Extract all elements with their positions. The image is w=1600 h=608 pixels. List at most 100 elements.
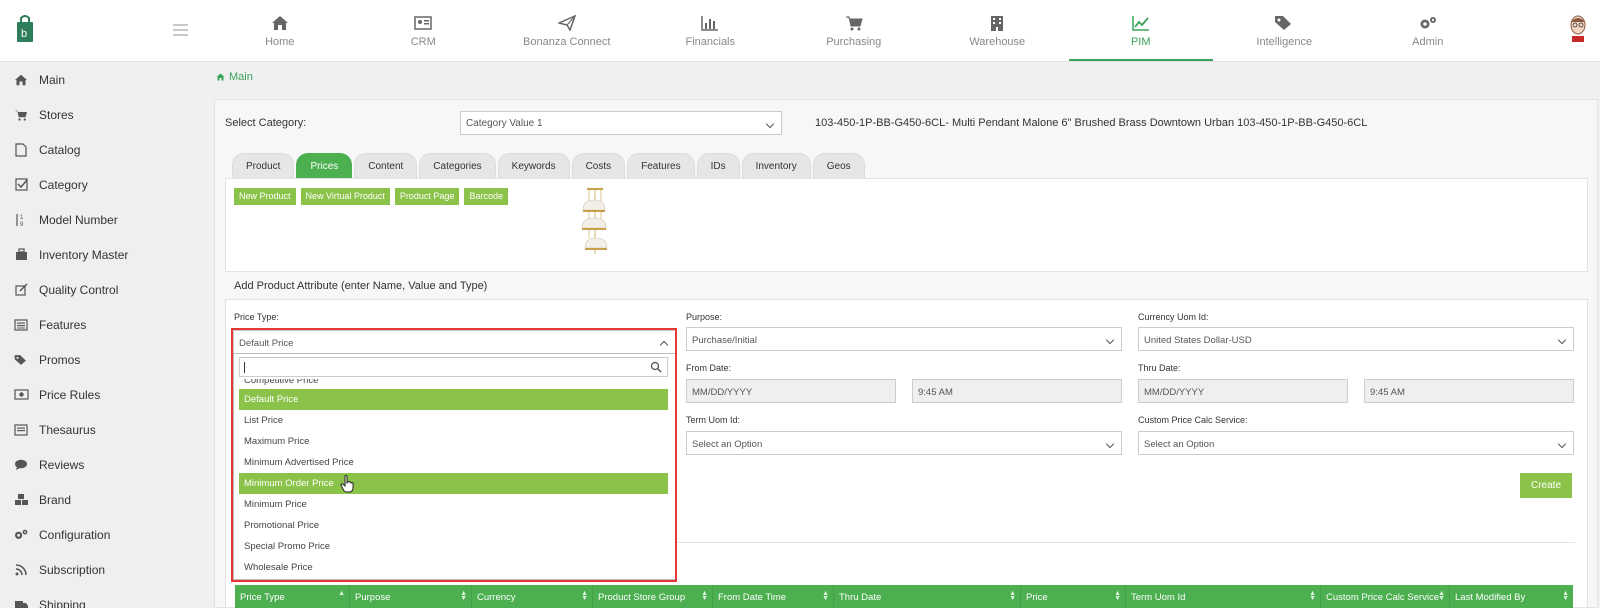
option-minimum-price[interactable]: Minimum Price — [239, 494, 668, 515]
tab-categories[interactable]: Categories — [419, 153, 496, 178]
bonanza-logo-icon[interactable]: b — [14, 14, 38, 44]
calc-service-select[interactable]: Select an Option — [1138, 431, 1574, 455]
new-product-button[interactable]: New Product — [234, 188, 296, 205]
column-header[interactable]: Last Modified By ▲ ▼ — [1450, 585, 1573, 608]
tab-features[interactable]: Features — [627, 153, 695, 178]
term-uom-value: Select an Option — [692, 439, 763, 450]
nav-warehouse[interactable]: Warehouse — [926, 0, 1070, 61]
sidebar-item-brand[interactable]: Brand — [0, 482, 207, 517]
sidebar-item-category[interactable]: Category — [0, 167, 207, 202]
column-header-label: Custom Price Calc Service — [1326, 592, 1439, 603]
sidebar-item-configuration[interactable]: Configuration — [0, 517, 207, 552]
tab-content[interactable]: Content — [354, 153, 418, 178]
barcode-button[interactable]: Barcode — [464, 188, 508, 205]
prices-table-header: Price Type ▲ Purpose ▲ ▼ Currency ▲ ▼ Product… — [235, 585, 1573, 608]
currency-select[interactable]: United States Dollar-USD — [1138, 327, 1574, 351]
home-icon — [216, 73, 225, 81]
option-list-price[interactable]: List Price — [239, 410, 668, 431]
nav-admin[interactable]: Admin — [1356, 0, 1500, 61]
tab-geos[interactable]: Geos — [812, 153, 865, 178]
tab-prices[interactable]: Prices — [296, 153, 353, 178]
tab-costs[interactable]: Costs — [571, 153, 626, 178]
sidebar-item-catalog[interactable]: Catalog — [0, 132, 207, 167]
home-icon — [270, 14, 290, 32]
column-header-label: Price Type — [240, 592, 285, 603]
column-header[interactable]: Product Store Group ▲ ▼ — [593, 585, 713, 608]
truck-icon — [12, 598, 30, 608]
option-competitive-price[interactable]: Competitive Price — [239, 379, 668, 389]
dropdown-search-input[interactable] — [239, 357, 668, 377]
column-header[interactable]: Currency ▲ ▼ — [472, 585, 593, 608]
option-minimum-advertised-price[interactable]: Minimum Advertised Price — [239, 452, 668, 473]
tab-inventory[interactable]: Inventory — [741, 153, 811, 178]
sidebar-item-features[interactable]: Features — [0, 307, 207, 342]
option-wholesale-price[interactable]: Wholesale Price — [239, 557, 668, 578]
rss-icon — [12, 563, 30, 577]
sidebar-item-promos[interactable]: Promos — [0, 342, 207, 377]
from-time-input[interactable]: 9:45 AM — [912, 379, 1122, 403]
nav-purchasing[interactable]: Purchasing — [782, 0, 926, 61]
breadcrumb[interactable]: Main — [216, 71, 253, 83]
from-date-input[interactable]: MM/DD/YYYY — [686, 379, 896, 403]
sort-numeric-icon: 19 — [12, 213, 30, 227]
thru-date-input[interactable]: MM/DD/YYYY — [1138, 379, 1348, 403]
nav-crm[interactable]: CRM — [352, 0, 496, 61]
sidebar-item-model-number[interactable]: 1 9 Model Number — [0, 202, 207, 237]
gears-icon — [12, 528, 30, 542]
sidebar-item-label: Model Number — [39, 212, 118, 227]
column-header[interactable]: Term Uom Id ▲ ▼ — [1126, 585, 1321, 608]
tab-keywords[interactable]: Keywords — [497, 153, 570, 178]
product-page-button[interactable]: Product Page — [394, 188, 460, 205]
column-header[interactable]: Price ▲ ▼ — [1021, 585, 1126, 608]
sidebar-item-subscription[interactable]: Subscription — [0, 552, 207, 587]
create-button[interactable]: Create — [1520, 473, 1572, 498]
option-maximum-price[interactable]: Maximum Price — [239, 431, 668, 452]
sidebar-item-stores[interactable]: Stores — [0, 97, 207, 132]
thru-date-label: Thru Date: — [1138, 363, 1181, 373]
tab-product[interactable]: Product — [232, 153, 295, 178]
term-uom-select[interactable]: Select an Option — [686, 431, 1122, 455]
sidebar: Main Stores Catalog Category 1 9 Model Num… — [0, 62, 207, 608]
column-header[interactable]: Thru Date ▲ ▼ — [834, 585, 1021, 608]
sidebar-item-main[interactable]: Main — [0, 62, 207, 97]
sort-icon: ▲ ▼ — [1562, 590, 1569, 602]
sidebar-item-thesaurus[interactable]: Thesaurus — [0, 412, 207, 447]
option-default-price[interactable]: Default Price — [239, 389, 668, 410]
sidebar-item-shipping[interactable]: Shipping — [0, 587, 207, 608]
from-time-value: 9:45 AM — [918, 387, 953, 398]
sidebar-item-label: Reviews — [39, 457, 85, 472]
nav-intelligence[interactable]: Intelligence — [1213, 0, 1357, 61]
tag-icon — [12, 353, 30, 367]
sidebar-item-inventory-master[interactable]: Inventory Master — [0, 237, 207, 272]
sidebar-item-quality-control[interactable]: Quality Control — [0, 272, 207, 307]
user-avatar[interactable] — [1568, 14, 1588, 42]
column-header[interactable]: Purpose ▲ ▼ — [350, 585, 472, 608]
category-select[interactable]: Category Value 1 — [460, 111, 782, 135]
nav-pim[interactable]: PIM — [1069, 0, 1213, 61]
calc-service-label: Custom Price Calc Service: — [1138, 415, 1248, 425]
option-special-promo-price[interactable]: Special Promo Price — [239, 536, 668, 557]
sidebar-item-price-rules[interactable]: Price Rules — [0, 377, 207, 412]
new-virtual-product-button[interactable]: New Virtual Product — [300, 188, 390, 205]
option-minimum-order-price[interactable]: Minimum Order Price — [239, 473, 668, 494]
sidebar-item-label: Main — [39, 72, 66, 87]
price-type-select[interactable]: Default Price — [233, 330, 676, 354]
sidebar-item-label: Configuration — [39, 527, 111, 542]
sidebar-item-reviews[interactable]: Reviews — [0, 447, 207, 482]
nav-bonanza-connect[interactable]: Bonanza Connect — [495, 0, 639, 61]
menu-toggle-icon[interactable] — [173, 24, 188, 36]
column-header[interactable]: Custom Price Calc Service ▲ ▼ — [1321, 585, 1450, 608]
nav-home[interactable]: Home — [208, 0, 352, 61]
column-header[interactable]: Price Type ▲ — [235, 585, 350, 608]
column-header[interactable]: From Date Time ▲ ▼ — [713, 585, 834, 608]
tab-ids[interactable]: IDs — [696, 153, 740, 178]
column-header-label: Price — [1026, 592, 1048, 603]
chevron-down-icon — [1557, 335, 1567, 345]
nav-financials[interactable]: Financials — [639, 0, 783, 61]
purpose-select[interactable]: Purchase/Initial — [686, 327, 1122, 351]
sort-icon: ▲ — [338, 590, 345, 597]
column-header-label: From Date Time — [718, 592, 787, 603]
thru-time-input[interactable]: 9:45 AM — [1364, 379, 1574, 403]
option-promotional-price[interactable]: Promotional Price — [239, 515, 668, 536]
nav-label: Admin — [1412, 36, 1444, 48]
